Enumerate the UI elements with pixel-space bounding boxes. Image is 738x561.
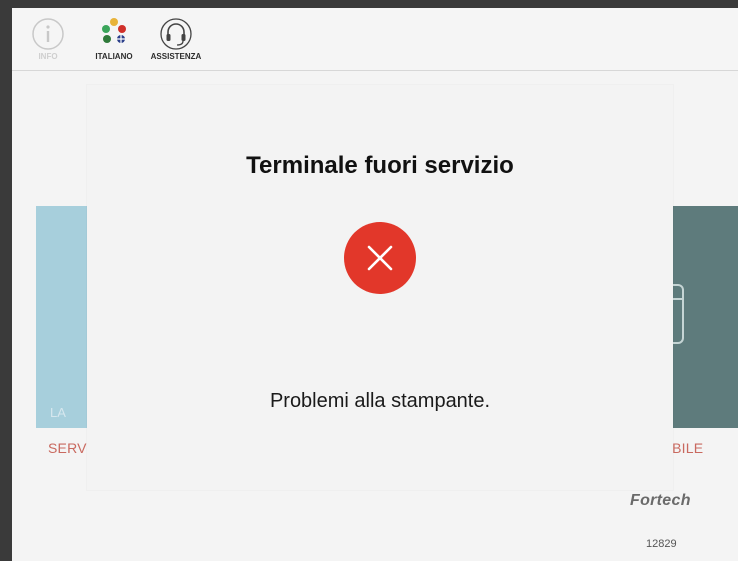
dialog-message: Problemi alla stampante. [269,390,491,412]
terminal-id: 12829 [646,538,677,550]
service-tile-left-text: LA [50,405,66,420]
assistance-button[interactable]: ASSISTENZA [146,16,206,61]
window-frame-top [0,0,738,8]
language-label: ITALIANO [95,52,133,61]
error-x-icon [344,222,416,294]
kiosk-screen: INFO ITALIANO ASSISTENZA LA SERVI IBILE … [12,8,738,561]
top-bar: INFO ITALIANO ASSISTENZA [12,8,738,71]
dialog-title: Terminale fuori servizio [246,152,514,179]
brand-logo: Fortech [630,492,691,509]
info-icon [32,18,64,50]
window-frame-left [0,0,12,561]
info-label: INFO [38,52,58,61]
headset-icon [160,18,192,50]
language-flags-icon [102,18,126,43]
error-dialog: Terminale fuori servizio Problemi alla s… [87,85,673,490]
service-label-left: SERVI [48,440,91,456]
assistance-label: ASSISTENZA [150,52,202,61]
language-button[interactable]: ITALIANO [84,16,144,61]
info-button[interactable]: INFO [18,16,78,61]
service-label-right: IBILE [668,440,704,456]
